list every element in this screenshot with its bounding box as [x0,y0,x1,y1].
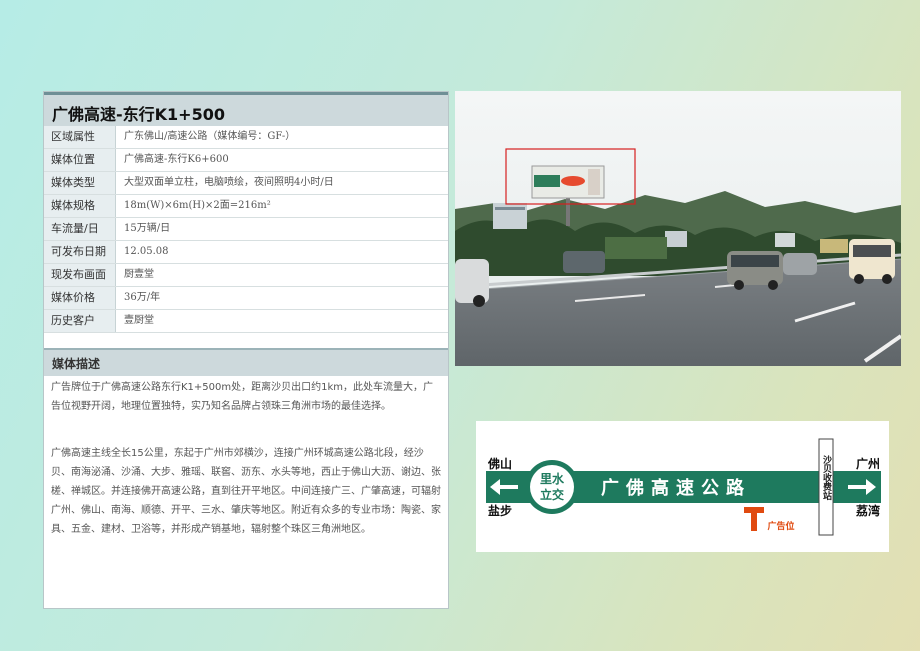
right-bottom-label: 荔湾 [855,503,880,518]
location-map: 佛山 盐步 里水 立交 广佛高速公路 广州 荔湾 广告位 沙贝收费站 [476,421,889,552]
description-title: 媒体描述 [52,357,101,371]
left-bottom-label: 盐步 [488,503,512,518]
row-value: 36万/年 [124,292,161,303]
row-value: 厨壹堂 [124,269,154,280]
info-row: 区域属性 广东佛山/高速公路（媒体编号：GF-） [44,126,448,149]
interchange-label: 里水 [540,471,565,486]
row-value: 18m(W)×6m(H)×2面=216m² [124,200,271,211]
row-value: 15万辆/日 [124,223,171,234]
row-value: 12.05.08 [124,246,169,257]
row-label: 可发布日期 [44,241,116,263]
description-paragraph: 广告牌位于广佛高速公路东行K1+500m处，距离沙贝出口约1km，此处车流量大，… [51,382,434,412]
route-diagram: 佛山 盐步 里水 立交 广佛高速公路 广州 荔湾 广告位 沙贝收费站 [486,438,881,536]
ad-location-marker-icon [744,507,764,531]
row-value: 壹厨堂 [124,315,154,326]
marker-label: 广告位 [767,520,794,532]
toll-station-label: 沙贝收费站 [821,455,832,501]
row-label: 现发布画面 [44,264,116,286]
row-label: 历史客户 [44,310,116,332]
info-row: 媒体类型 大型双面单立柱，电脑喷绘，夜间照明4小时/日 [44,172,448,195]
info-row: 现发布画面 厨壹堂 [44,264,448,287]
billboard-photo [455,91,901,366]
row-label: 媒体规格 [44,195,116,217]
row-label: 媒体位置 [44,149,116,171]
interchange-label: 立交 [540,487,564,502]
info-row: 可发布日期 12.05.08 [44,241,448,264]
info-row: 媒体位置 广佛高速-东行K6+600 [44,149,448,172]
info-row: 车流量/日 15万辆/日 [44,218,448,241]
road-name: 广佛高速公路 [601,477,751,499]
title-bar: 广佛高速-东行K1+500 [44,92,448,126]
row-label: 媒体类型 [44,172,116,194]
left-top-label: 佛山 [487,456,512,471]
row-value: 大型双面单立柱，电脑喷绘，夜间照明4小时/日 [124,177,334,188]
highway-photo-illustration [455,91,901,366]
right-top-label: 广州 [856,456,880,471]
info-row: 媒体价格 36万/年 [44,287,448,310]
info-panel: 广佛高速-东行K1+500 区域属性 广东佛山/高速公路（媒体编号：GF-） 媒… [43,91,449,609]
info-row: 历史客户 壹厨堂 [44,310,448,333]
row-value: 广佛高速-东行K6+600 [124,154,229,165]
info-row: 媒体规格 18m(W)×6m(H)×2面=216m² [44,195,448,218]
page-title: 广佛高速-东行K1+500 [52,105,225,124]
row-label: 区域属性 [44,126,116,148]
row-label: 车流量/日 [44,218,116,240]
row-label: 媒体价格 [44,287,116,309]
description-paragraph: 广佛高速主线全长15公里，东起于广州市郊横沙，连接广州环城高速公路北段，经沙贝、… [51,448,441,535]
description-header: 媒体描述 [44,348,448,376]
row-value: 广东佛山/高速公路（媒体编号：GF-） [124,131,296,142]
